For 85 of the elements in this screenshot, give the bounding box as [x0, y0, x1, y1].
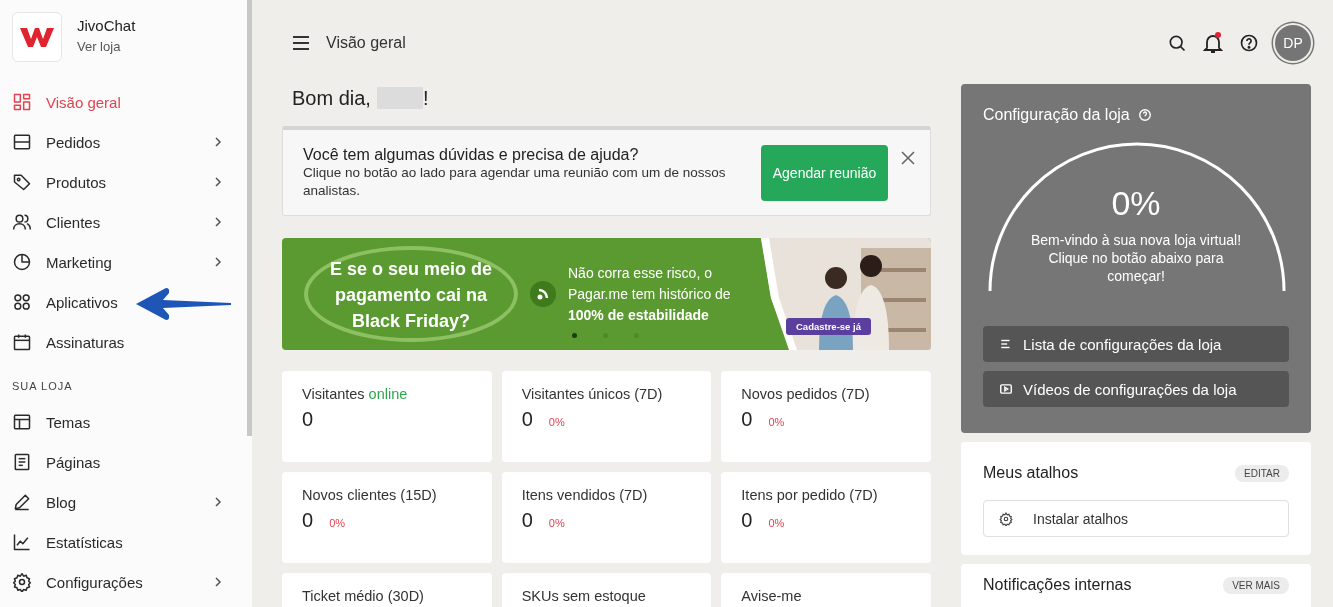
- scrollbar[interactable]: [247, 0, 252, 436]
- calendar-icon: [12, 332, 32, 352]
- pie-chart-icon: [12, 252, 32, 272]
- stat-label: Visitantes únicos (7D): [521, 386, 664, 402]
- stat-change: 0%: [768, 416, 785, 428]
- nav-item[interactable]: Assinaturas: [12, 322, 222, 362]
- promo-banner[interactable]: E se o seu meio de pagamento cai na Black Friday? Não corra esse risco, o Pagar.me tem histórico de 100% de estabilidade Cadastre-se já: [282, 238, 931, 350]
- stat-value: 0: [741, 509, 753, 532]
- shortcuts-title: Meus atalhos: [983, 464, 1079, 482]
- settings-icon: [12, 572, 32, 592]
- chevron-right-icon: [214, 136, 222, 148]
- list-icon: [999, 337, 1013, 351]
- install-shortcuts-button[interactable]: Instalar atalhos: [983, 500, 1289, 537]
- store-link[interactable]: Ver loja: [77, 39, 121, 54]
- chevron-right-icon: [214, 176, 222, 188]
- nav-item[interactable]: Configurações: [12, 562, 222, 602]
- nav-item[interactable]: Visão geral: [12, 82, 222, 122]
- apps-icon: [12, 292, 32, 312]
- help-icon[interactable]: [1239, 33, 1259, 53]
- nav-item[interactable]: Produtos: [12, 162, 222, 202]
- dashboard-icon: [12, 92, 32, 112]
- carousel-dot[interactable]: [572, 333, 577, 338]
- chevron-right-icon: [214, 216, 222, 228]
- section-title: SUA LOJA: [12, 380, 74, 392]
- search-icon[interactable]: [1167, 33, 1187, 53]
- stat-change: 0%: [548, 416, 565, 428]
- stat-label: Visitantes online: [302, 386, 409, 402]
- progress-percent: 0%: [1111, 184, 1161, 223]
- greeting-text: !: [422, 86, 429, 110]
- nav-item[interactable]: Pedidos: [12, 122, 222, 162]
- help-text: Clique no botão ao lado para agendar uma reunião com um de nossos analistas.: [303, 163, 727, 200]
- chart-icon: [12, 532, 32, 552]
- promo-text: Não corra esse risco, o Pagar.me tem histórico de 100% de estabilidade: [568, 263, 732, 325]
- orders-icon: [12, 132, 32, 152]
- stat-change: 0%: [329, 517, 346, 529]
- settings-icon: [999, 511, 1013, 526]
- stat-value: 0: [302, 408, 314, 431]
- stat-value: 0: [521, 509, 533, 532]
- users-icon: [12, 212, 32, 232]
- nav-item[interactable]: Blog: [12, 482, 222, 522]
- stat-label: Itens por pedido (7D): [741, 487, 879, 503]
- stat-label: SKUs sem estoque: [521, 588, 647, 604]
- menu-icon[interactable]: [292, 36, 310, 50]
- promo-headline: E se o seu meio de pagamento cai na Black Friday?: [304, 246, 518, 342]
- stat-label: Itens vendidos (7D): [521, 487, 649, 503]
- store-name: JivoChat: [77, 17, 136, 34]
- edit-button[interactable]: EDITAR: [1235, 464, 1289, 482]
- stat-value: 0: [741, 408, 753, 431]
- notifications-title: Notificações internas: [983, 576, 1132, 594]
- nav-item[interactable]: Estatísticas: [12, 522, 222, 562]
- chevron-right-icon: [214, 576, 222, 588]
- nav-item[interactable]: Aplicativos: [12, 282, 222, 322]
- stat-value: 0: [521, 408, 533, 431]
- page-title: Visão geral: [326, 34, 406, 52]
- pen-icon: [12, 492, 32, 512]
- close-icon[interactable]: [900, 150, 916, 166]
- nav-item[interactable]: Marketing: [12, 242, 222, 282]
- stat-change: 0%: [768, 517, 785, 529]
- stat-label: Novos pedidos (7D): [741, 386, 871, 402]
- nav-item[interactable]: Páginas: [12, 442, 222, 482]
- chevron-right-icon: [214, 496, 222, 508]
- see-more-button[interactable]: VER MAIS: [1223, 576, 1289, 594]
- layout-icon: [12, 412, 32, 432]
- setup-message: Bem-vindo à sua nova loja virtual! Clique no botão abaixo para começar!: [1029, 231, 1243, 285]
- document-icon: [12, 452, 32, 472]
- video-icon: [999, 382, 1013, 396]
- tag-icon: [12, 172, 32, 192]
- stat-change: 0%: [548, 517, 565, 529]
- nav-item[interactable]: Temas: [12, 402, 222, 442]
- setup-button[interactable]: Vídeos de configurações da loja: [983, 371, 1289, 407]
- nav-item[interactable]: Clientes: [12, 202, 222, 242]
- chevron-right-icon: [214, 256, 222, 268]
- setup-title: Configuração da loja: [983, 106, 1130, 124]
- logo-icon[interactable]: [12, 12, 62, 62]
- promo-cta-button[interactable]: Cadastre-se já: [786, 318, 871, 335]
- stat-label: Ticket médio (30D): [302, 588, 425, 604]
- stat-value: 0: [302, 509, 314, 532]
- payment-logo-icon: [530, 281, 556, 307]
- notification-bell-icon[interactable]: [1203, 32, 1223, 54]
- avatar[interactable]: DP: [1275, 25, 1311, 61]
- greeting-text: Bom dia,: [292, 86, 371, 110]
- help-title: Você tem algumas dúvidas e precisa de ajuda?: [303, 145, 640, 164]
- stat-label: Novos clientes (15D): [302, 487, 438, 503]
- setup-button[interactable]: Lista de configurações da loja: [983, 326, 1289, 362]
- stat-label: Avise-me: [741, 588, 803, 604]
